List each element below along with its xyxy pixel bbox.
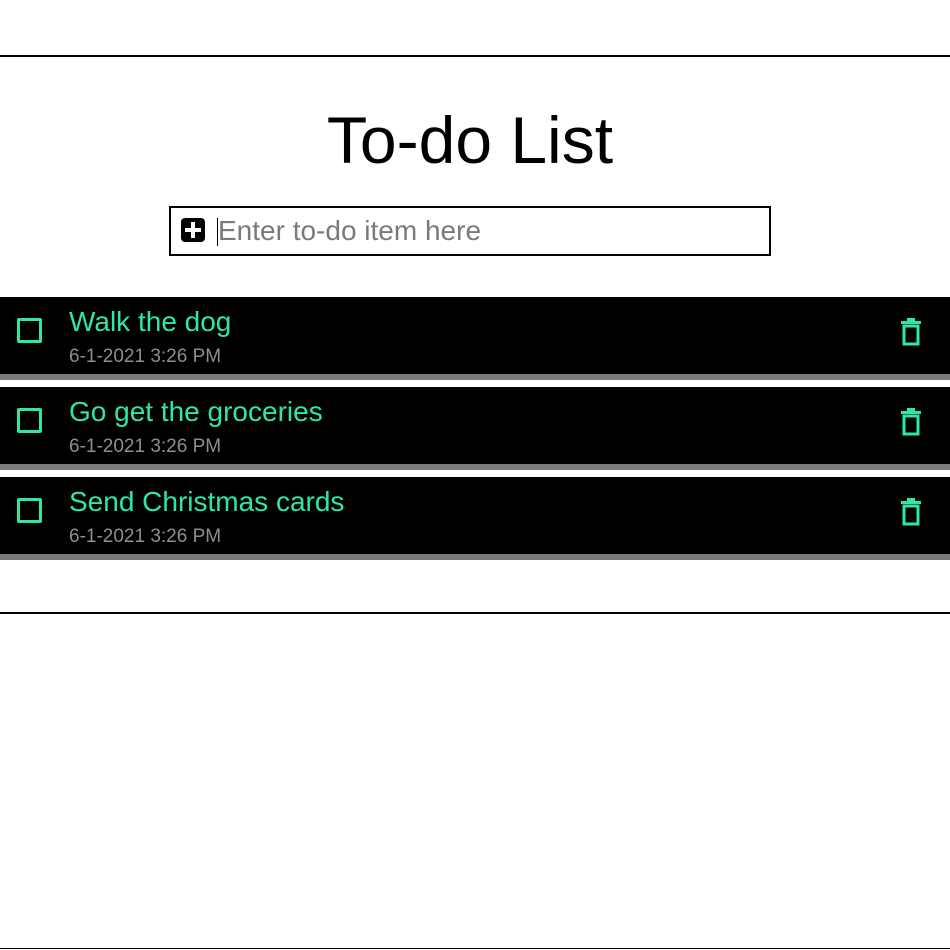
- checkbox-icon[interactable]: [17, 318, 42, 343]
- plus-square-icon[interactable]: [180, 217, 206, 243]
- trash-icon[interactable]: [900, 318, 922, 346]
- checkbox-icon[interactable]: [17, 408, 42, 433]
- todo-item-text: Walk the dog: [69, 306, 232, 337]
- todo-item-timestamp: 6-1-2021 3:26 PM: [69, 436, 222, 457]
- add-item-bar: [169, 206, 771, 256]
- todo-item: Walk the dog 6-1-2021 3:26 PM: [0, 297, 950, 380]
- page-title: To-do List: [326, 103, 614, 177]
- todo-item-text: Send Christmas cards: [69, 486, 345, 517]
- trash-icon[interactable]: [900, 408, 922, 436]
- checkbox-icon[interactable]: [17, 498, 42, 523]
- todo-input[interactable]: [218, 212, 758, 250]
- todo-item-timestamp: 6-1-2021 3:26 PM: [69, 526, 222, 547]
- todo-list: Walk the dog 6-1-2021 3:26 PM Go get the…: [0, 297, 950, 567]
- footer-divider: [0, 948, 950, 949]
- top-divider: [0, 55, 950, 57]
- todo-item-text: Go get the groceries: [69, 396, 323, 427]
- todo-item-timestamp: 6-1-2021 3:26 PM: [69, 346, 222, 367]
- bottom-divider: [0, 612, 950, 614]
- todo-item: Send Christmas cards 6-1-2021 3:26 PM: [0, 477, 950, 560]
- todo-page: To-do List Walk the dog 6-1-2021 3:26 PM…: [0, 0, 950, 950]
- todo-item: Go get the groceries 6-1-2021 3:26 PM: [0, 387, 950, 470]
- trash-icon[interactable]: [900, 498, 922, 526]
